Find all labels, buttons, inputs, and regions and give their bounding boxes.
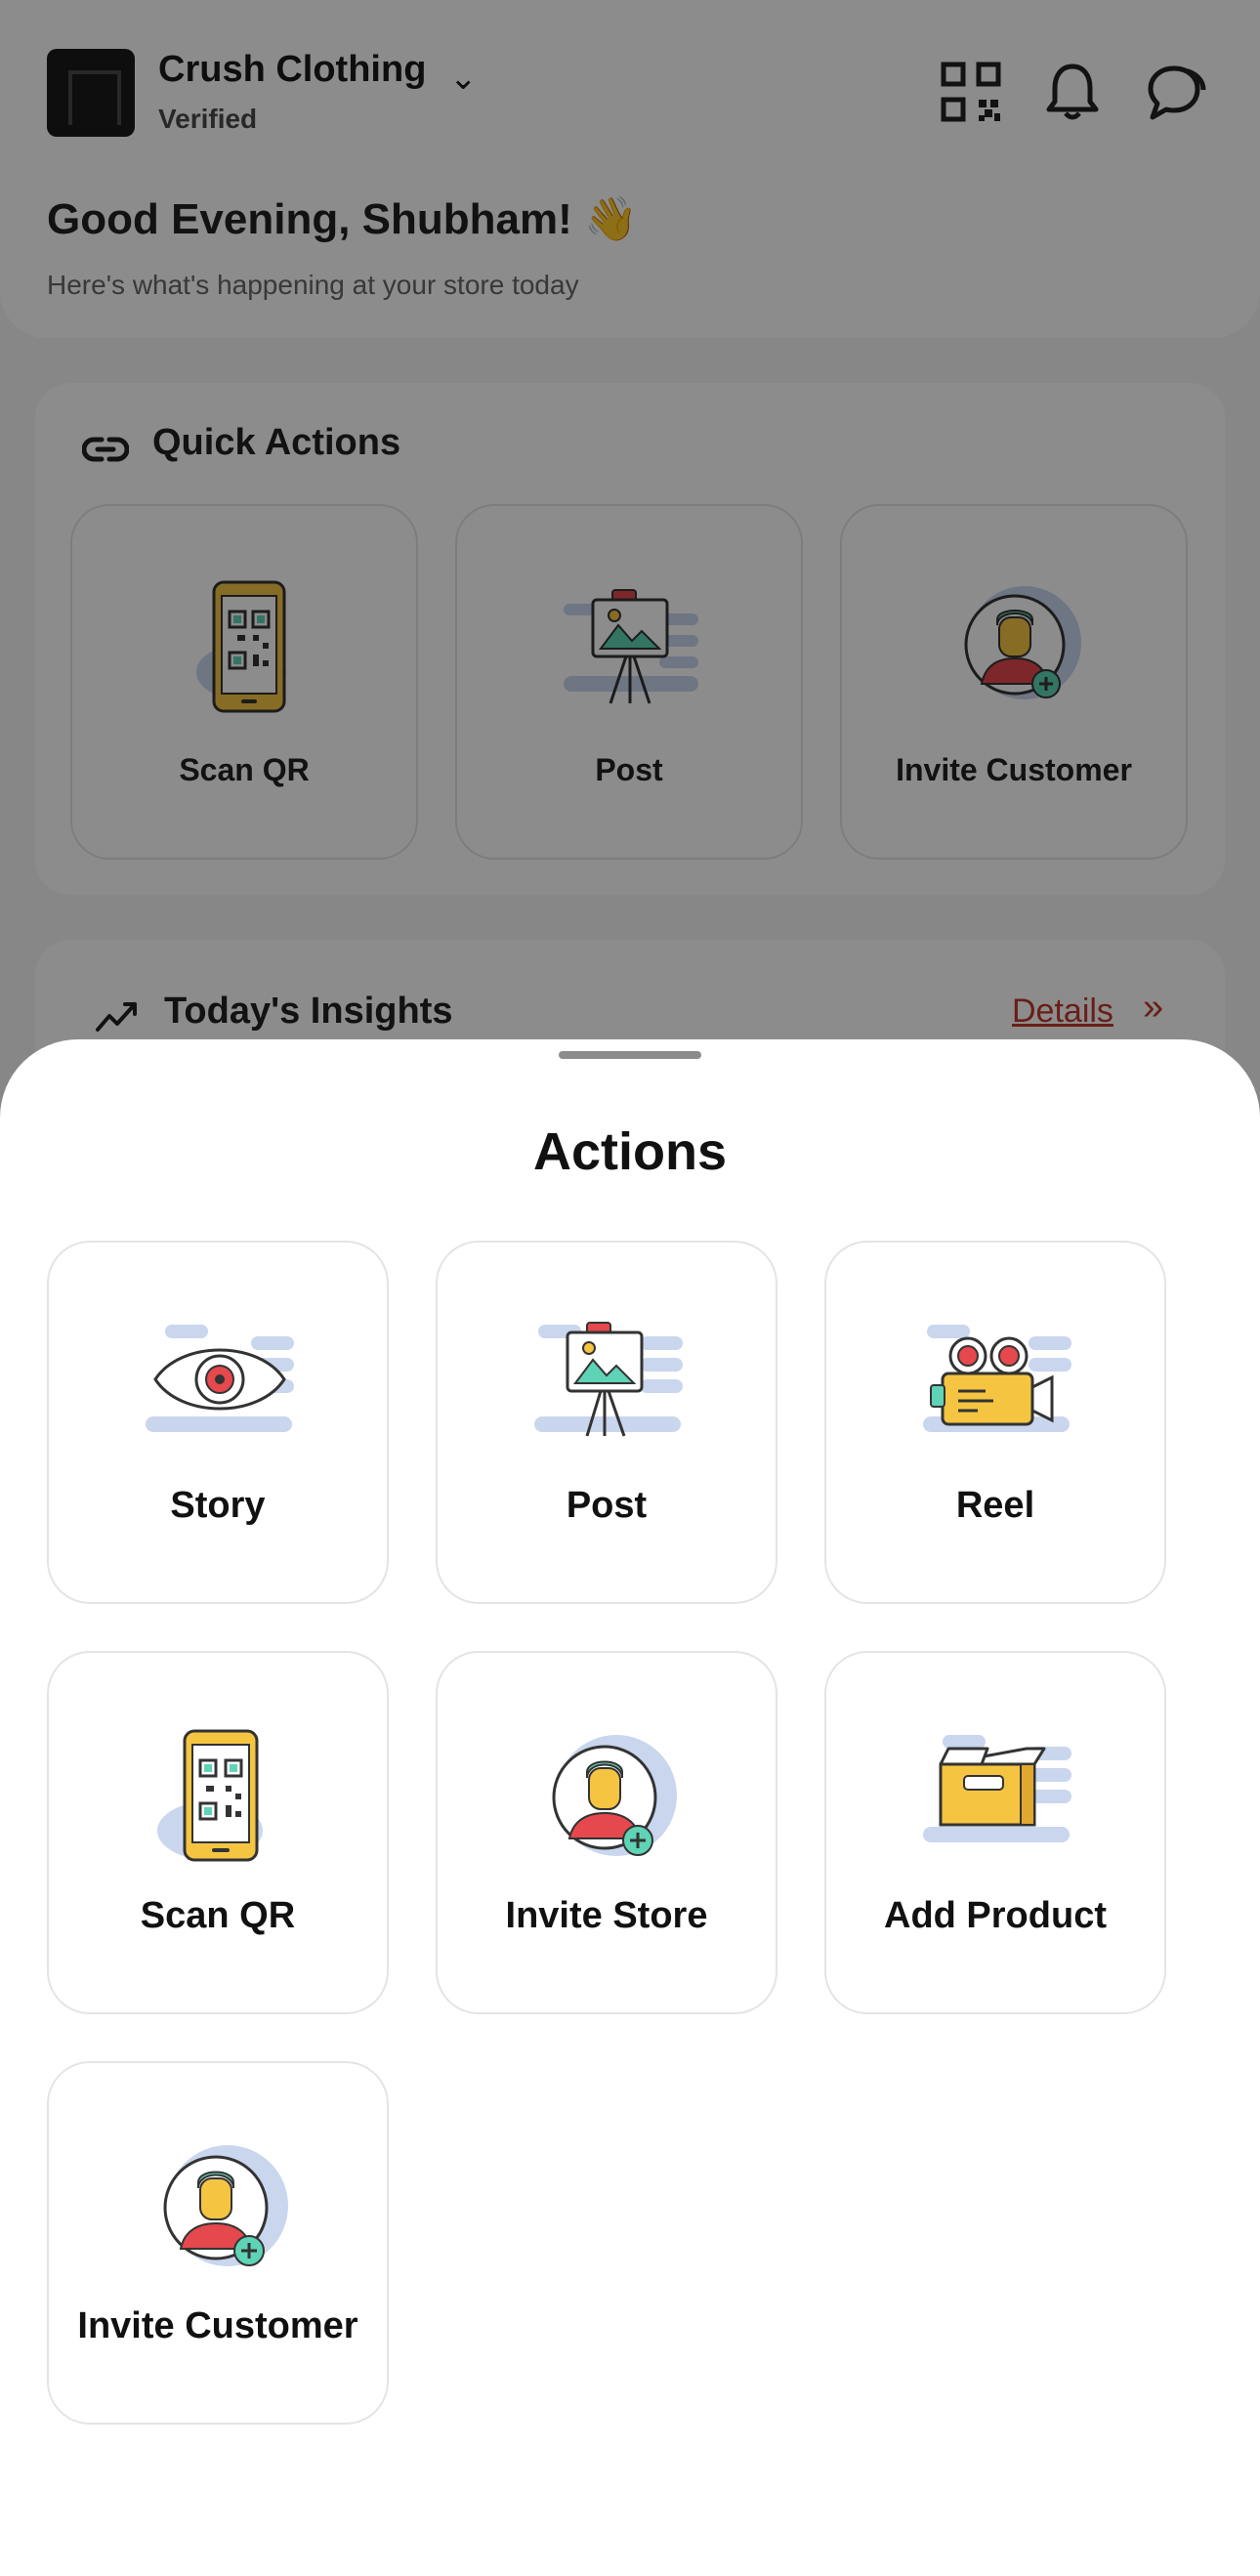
action-post[interactable]: Post: [436, 1241, 777, 1604]
action-label: Post: [566, 1485, 648, 1526]
action-label: Add Product: [884, 1895, 1107, 1936]
eye-story-icon: [146, 1325, 294, 1432]
person-add-icon: [552, 1735, 677, 1856]
sheet-drag-handle[interactable]: [559, 1051, 701, 1059]
action-story[interactable]: Story: [47, 1241, 389, 1604]
action-label: Invite Store: [505, 1895, 708, 1936]
easel-post-icon: [534, 1322, 683, 1437]
sheet-title: Actions: [532, 1122, 728, 1181]
action-invite-customer[interactable]: Invite Customer: [47, 2061, 389, 2425]
action-invite-store[interactable]: Invite Store: [436, 1651, 777, 2014]
phone-qr-icon: [157, 1729, 263, 1862]
action-label: Invite Customer: [77, 2305, 358, 2346]
action-reel[interactable]: Reel: [824, 1241, 1166, 1604]
action-scan-qr[interactable]: Scan QR: [47, 1651, 389, 2014]
box-icon: [923, 1735, 1071, 1842]
person-add-icon: [163, 2145, 288, 2266]
video-camera-icon: [923, 1325, 1071, 1432]
home-screen: Crush Clothing ⌄ Verified Good Evening, …: [0, 0, 1260, 2576]
action-label: Scan QR: [140, 1895, 296, 1936]
action-add-product[interactable]: Add Product: [824, 1651, 1166, 2014]
action-label: Reel: [955, 1485, 1035, 1526]
action-label: Story: [170, 1485, 266, 1526]
